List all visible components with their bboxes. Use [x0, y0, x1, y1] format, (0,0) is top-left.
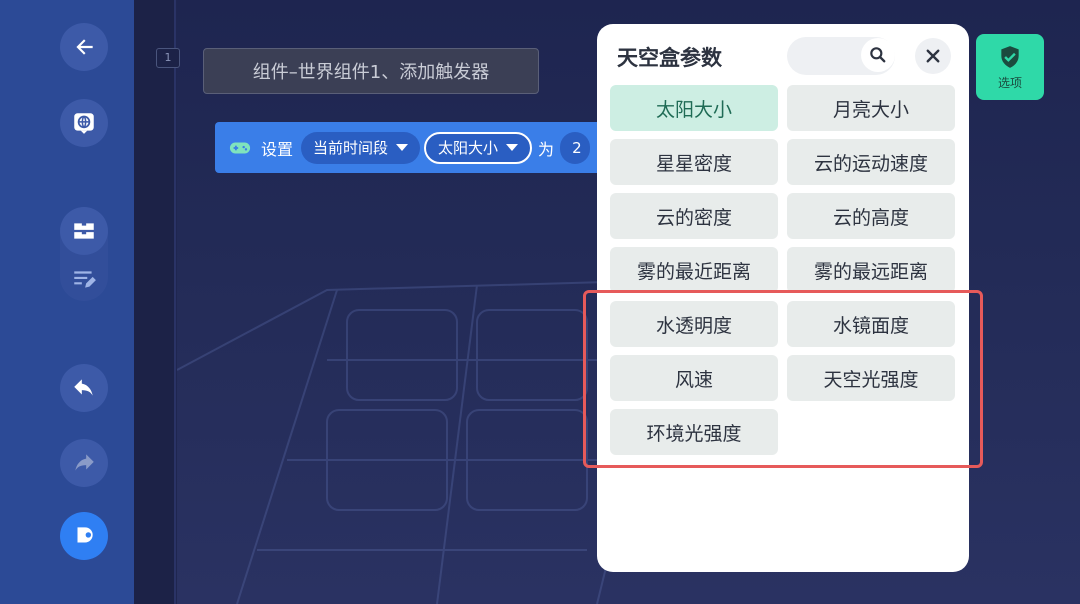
set-value-block[interactable]: 设置 当前时间段 太阳大小 为 2 [215, 122, 615, 173]
mode-toggle-group [60, 207, 108, 301]
time-period-value: 当前时间段 [313, 139, 389, 157]
param-fog-far[interactable]: 雾的最远距离 [787, 247, 955, 293]
gamepad-icon [229, 142, 251, 153]
edit-list-icon [74, 271, 96, 288]
back-icon [76, 39, 93, 55]
redo-button[interactable] [60, 439, 108, 487]
comment-block[interactable]: 组件–世界组件1、添加触发器 [203, 48, 539, 94]
param-star-density[interactable]: 星星密度 [610, 139, 778, 185]
left-sidebar [0, 0, 134, 604]
as-label: 为 [538, 139, 555, 159]
script-button[interactable] [60, 257, 108, 301]
param-cloud-density[interactable]: 云的密度 [610, 193, 778, 239]
parameter-dropdown[interactable]: 太阳大小 [424, 131, 533, 164]
time-period-dropdown[interactable]: 当前时间段 [301, 131, 421, 164]
set-label: 设置 [261, 139, 294, 159]
param-moon-size[interactable]: 月亮大小 [787, 85, 955, 131]
close-button[interactable] [915, 38, 951, 74]
back-button[interactable] [60, 23, 108, 71]
panel-title: 天空盒参数 [617, 46, 722, 70]
param-cloud-height[interactable]: 云的高度 [787, 193, 955, 239]
param-sun-size[interactable]: 太阳大小 [610, 85, 778, 131]
options-label: 选项 [997, 75, 1022, 90]
search-button[interactable] [861, 38, 895, 72]
blocks-button[interactable] [60, 207, 108, 255]
redo-icon [75, 454, 94, 471]
world-button[interactable] [60, 99, 108, 147]
param-cloud-speed[interactable]: 云的运动速度 [787, 139, 955, 185]
check-shield-icon [1001, 45, 1019, 68]
line-number-badge: 1 [156, 48, 180, 68]
value-input[interactable]: 2 [560, 131, 590, 164]
highlight-annotation-box [583, 290, 983, 468]
undo-icon [74, 379, 93, 396]
undo-button[interactable] [60, 364, 108, 412]
run-icon [77, 527, 93, 543]
parameter-value: 太阳大小 [438, 139, 499, 157]
run-button[interactable] [60, 512, 108, 560]
param-fog-near[interactable]: 雾的最近距离 [610, 247, 778, 293]
chevron-down-icon [506, 144, 519, 151]
globe-icon [74, 113, 94, 134]
line-gutter [134, 0, 176, 604]
close-icon [926, 49, 940, 63]
search-icon [870, 47, 886, 63]
blocks-icon [74, 223, 94, 239]
value-text: 2 [572, 138, 582, 157]
options-button[interactable]: 选项 [976, 34, 1044, 100]
chevron-down-icon [396, 144, 409, 151]
